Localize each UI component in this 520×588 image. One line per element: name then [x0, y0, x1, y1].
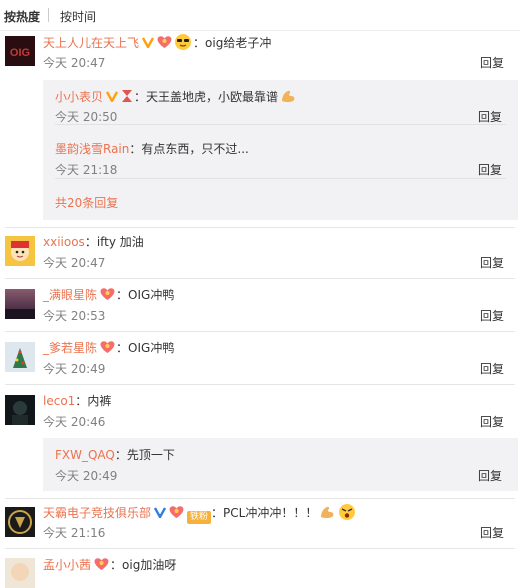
verified-blue-v-icon: [153, 505, 167, 520]
flex-arm-emoji-icon: [318, 503, 336, 521]
avatar[interactable]: [5, 395, 35, 425]
avatar[interactable]: [5, 558, 35, 588]
comment-time: 今天 21:16: [43, 526, 106, 540]
comment-text: ifty 加油: [96, 235, 144, 249]
reply-button[interactable]: 回复: [480, 55, 504, 71]
username[interactable]: _爹若星陈: [43, 341, 97, 355]
colon: ：: [75, 394, 88, 408]
fan-badge-icon: [168, 505, 185, 518]
iron-fan-badge: 铁粉: [187, 511, 212, 524]
divider: [5, 278, 515, 279]
comment-time: 今天 20:46: [43, 415, 106, 429]
verified-v-icon: [105, 89, 119, 104]
verified-v-icon: [141, 35, 155, 50]
comment-text: OIG冲鸭: [128, 288, 175, 302]
comment-text: 先顶一下: [126, 448, 175, 462]
reply-button[interactable]: 回复: [478, 109, 502, 125]
fan-badge-icon: [99, 287, 116, 300]
comment-text: oig加油呀: [122, 558, 177, 572]
comment-text: oig给老子冲: [205, 36, 272, 50]
reply-thread: 小小表贝 ：天王盖地虎，小欧最靠谱 今天 20:50 回复 墨韵浅雪Rain：有点…: [43, 80, 518, 220]
more-replies-link[interactable]: 共20条回复: [55, 194, 118, 211]
reply-button[interactable]: 回复: [480, 255, 504, 271]
reply-button[interactable]: 回复: [478, 468, 502, 484]
comment-text: 天王盖地虎，小欧最靠谱: [146, 90, 279, 104]
username[interactable]: 孟小小茜: [43, 558, 91, 572]
avatar[interactable]: [5, 289, 35, 319]
fan-badge-icon: [156, 35, 173, 48]
reply-button[interactable]: 回复: [478, 162, 502, 178]
hourglass-icon: [120, 89, 134, 102]
comment-text: PCL冲冲冲！！！: [223, 506, 318, 520]
comment-time: 今天 20:50: [55, 110, 118, 124]
comment-time: 今天 20:47: [43, 56, 106, 70]
username[interactable]: 小小表贝: [55, 90, 103, 104]
colon: ：: [129, 142, 142, 156]
comment-time: 今天 20:49: [43, 362, 106, 376]
reply-button[interactable]: 回复: [480, 308, 504, 324]
reply-button[interactable]: 回复: [480, 414, 504, 430]
colon: ：: [211, 506, 224, 520]
colon: ：: [84, 235, 97, 249]
divider: [55, 178, 506, 179]
divider: [5, 331, 515, 332]
username[interactable]: 天上人儿在天上飞: [43, 36, 139, 50]
fan-badge-icon: [99, 340, 116, 353]
colon: ：: [193, 36, 206, 50]
comment-text: OIG冲鸭: [128, 341, 175, 355]
comment-text: 有点东西，只不过...: [141, 142, 249, 156]
avatar[interactable]: OIG: [5, 36, 35, 66]
avatar[interactable]: [5, 507, 35, 537]
reply-thread: FXW_QAQ：先顶一下 今天 20:49 回复: [43, 438, 518, 491]
sort-divider: [48, 8, 49, 22]
comment-time: 今天 20:53: [43, 309, 106, 323]
username[interactable]: leco1: [43, 394, 75, 408]
colon: ：: [134, 90, 147, 104]
divider: [5, 548, 515, 549]
colon: ：: [116, 341, 129, 355]
username[interactable]: 墨韵浅雪Rain: [55, 142, 129, 156]
angry-emoji-icon: [338, 503, 356, 521]
reply-button[interactable]: 回复: [480, 361, 504, 377]
colon: ：: [116, 288, 129, 302]
username[interactable]: _满眼星陈: [43, 288, 97, 302]
comment-time: 今天 20:47: [43, 256, 106, 270]
cool-emoji-icon: [174, 33, 192, 51]
svg-text:OIG: OIG: [10, 47, 30, 59]
divider: [0, 30, 520, 31]
divider: [55, 124, 506, 125]
username[interactable]: FXW_QAQ: [55, 448, 115, 462]
avatar[interactable]: [5, 342, 35, 372]
username[interactable]: 天霸电子竞技俱乐部: [43, 506, 151, 520]
reply-button[interactable]: 回复: [480, 525, 504, 541]
divider: [5, 384, 515, 385]
fan-badge-icon: [93, 557, 110, 570]
divider: [5, 227, 515, 228]
divider: [5, 498, 515, 499]
username[interactable]: xxiioos: [43, 235, 85, 249]
flex-arm-emoji-icon: [279, 87, 297, 105]
sort-by-hot-tab[interactable]: 按热度: [4, 8, 40, 25]
sort-by-time-tab[interactable]: 按时间: [60, 8, 96, 25]
sort-bar: 按热度 按时间: [0, 0, 520, 32]
colon: ：: [114, 448, 127, 462]
colon: ：: [110, 558, 123, 572]
comment-time: 今天 20:49: [55, 469, 118, 483]
comment-time: 今天 21:18: [55, 163, 118, 177]
avatar[interactable]: [5, 236, 35, 266]
comment-text: 内裤: [87, 394, 112, 408]
